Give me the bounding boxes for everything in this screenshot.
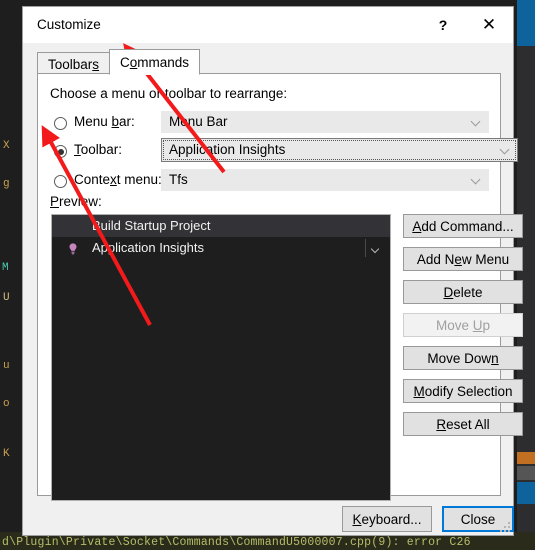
editor-code-fragment: X (3, 140, 11, 152)
customize-dialog: Customize ? ✕ Toolbars Commands Choose a … (22, 6, 523, 536)
radio-toolbar-indicator (54, 145, 67, 158)
tab-commands-text: C (120, 55, 130, 70)
delete-button[interactable]: Delete (403, 280, 523, 304)
help-icon[interactable]: ? (421, 7, 465, 43)
chevron-down-icon (501, 145, 510, 154)
modify-selection-button[interactable]: Modify Selection (403, 379, 523, 403)
keyboard-button[interactable]: Keyboard... (342, 506, 432, 532)
delete-button-label: Delete (443, 284, 483, 300)
modify-selection-button-label: Modify Selection (413, 383, 513, 399)
editor-right-strip (517, 0, 535, 550)
radio-toolbar-label: Toolbar: (74, 142, 122, 157)
radio-context-post: t menu: (116, 172, 162, 187)
editor-status-text: d\Plugin\Private\Socket\Commands\Command… (2, 536, 471, 549)
move-up-button: Move Up (403, 313, 523, 337)
radio-toolbar-post: oolbar: (80, 142, 123, 157)
editor-code-fragment: M (2, 262, 10, 274)
move-down-button[interactable]: Move Down (403, 346, 523, 370)
move-down-button-label: Move Down (427, 350, 499, 366)
combo-menu-bar[interactable]: Menu Bar (161, 111, 489, 133)
tab-commands[interactable]: Commands (109, 49, 201, 75)
add-command-button-label: Add Command... (412, 218, 514, 234)
chevron-down-icon (472, 175, 481, 184)
radio-menu-bar-label: Menu bar: (74, 114, 135, 129)
add-new-menu-button-label: Add New Menu (416, 251, 510, 267)
chevron-down-icon (472, 117, 481, 126)
reset-all-button[interactable]: Reset All (403, 412, 523, 436)
chevron-down-icon[interactable] (368, 237, 384, 259)
radio-context-menu-label: Context menu: (74, 172, 162, 187)
editor-gutter (0, 0, 22, 550)
combo-toolbar[interactable]: Application Insights (161, 138, 518, 162)
radio-menu-bar-pre: Menu (74, 114, 112, 129)
tab-commands-text2: mmands (137, 55, 190, 70)
editor-code-fragment: U (3, 292, 11, 304)
preview-list[interactable]: Build Startup Project Application Insight… (51, 214, 391, 501)
preview-label-accel: P (50, 194, 60, 209)
preview-list-item[interactable]: Build Startup Project (52, 215, 390, 237)
preview-list-item-label: Application Insights (92, 240, 205, 255)
radio-menu-bar-post: ar: (119, 114, 135, 129)
instruction-label: Choose a menu or toolbar to rearrange: (50, 86, 288, 101)
keyboard-button-label: Keyboard... (352, 511, 422, 527)
resize-grip[interactable] (498, 520, 510, 532)
minimap-block-2 (517, 452, 535, 464)
add-command-button[interactable]: Add Command... (403, 214, 523, 238)
commands-tab-page: Choose a menu or toolbar to rearrange: M… (37, 73, 523, 501)
move-up-button-label: Move Up (435, 317, 491, 333)
preview-item-separator (365, 239, 366, 257)
tab-strip: Toolbars Commands (37, 49, 201, 75)
radio-menu-bar-accel: b (111, 114, 120, 129)
radio-menu-bar-indicator (54, 117, 67, 130)
dialog-title-bar: Customize ? ✕ (23, 7, 513, 43)
radio-context-menu-indicator (54, 175, 67, 188)
editor-code-fragment: u (3, 360, 11, 372)
add-new-menu-button[interactable]: Add New Menu (403, 247, 523, 271)
combo-toolbar-value: Application Insights (169, 142, 286, 157)
minimap-block-5 (517, 504, 535, 532)
tab-toolbars-text: Toolbar (48, 57, 93, 72)
lightbulb-icon (66, 241, 80, 255)
radio-context-accel: x (110, 172, 117, 187)
reset-all-button-label: Reset All (436, 416, 490, 432)
minimap-block-4 (517, 482, 535, 504)
preview-label: Preview: (50, 194, 102, 209)
radio-toolbar-accel: T (74, 142, 81, 157)
close-icon[interactable]: ✕ (467, 7, 511, 43)
preview-list-item-label: Build Startup Project (92, 218, 211, 233)
combo-context-menu-value: Tfs (169, 172, 188, 187)
minimap-block-1 (517, 0, 535, 46)
radio-context-pre: Conte (74, 172, 111, 187)
editor-code-fragment: g (3, 178, 11, 190)
combo-context-menu[interactable]: Tfs (161, 169, 489, 191)
close-button-label: Close (460, 511, 496, 527)
tab-toolbars[interactable]: Toolbars (37, 52, 111, 75)
combo-menu-bar-value: Menu Bar (169, 114, 228, 129)
minimap-block-3 (517, 466, 535, 480)
preview-list-item[interactable]: Application Insights (52, 237, 390, 259)
tab-toolbars-accel: s (92, 57, 100, 72)
preview-label-post: review: (59, 194, 102, 209)
editor-code-fragment: K (3, 448, 11, 460)
dialog-title: Customize (37, 17, 101, 32)
editor-code-fragment: o (3, 398, 11, 410)
